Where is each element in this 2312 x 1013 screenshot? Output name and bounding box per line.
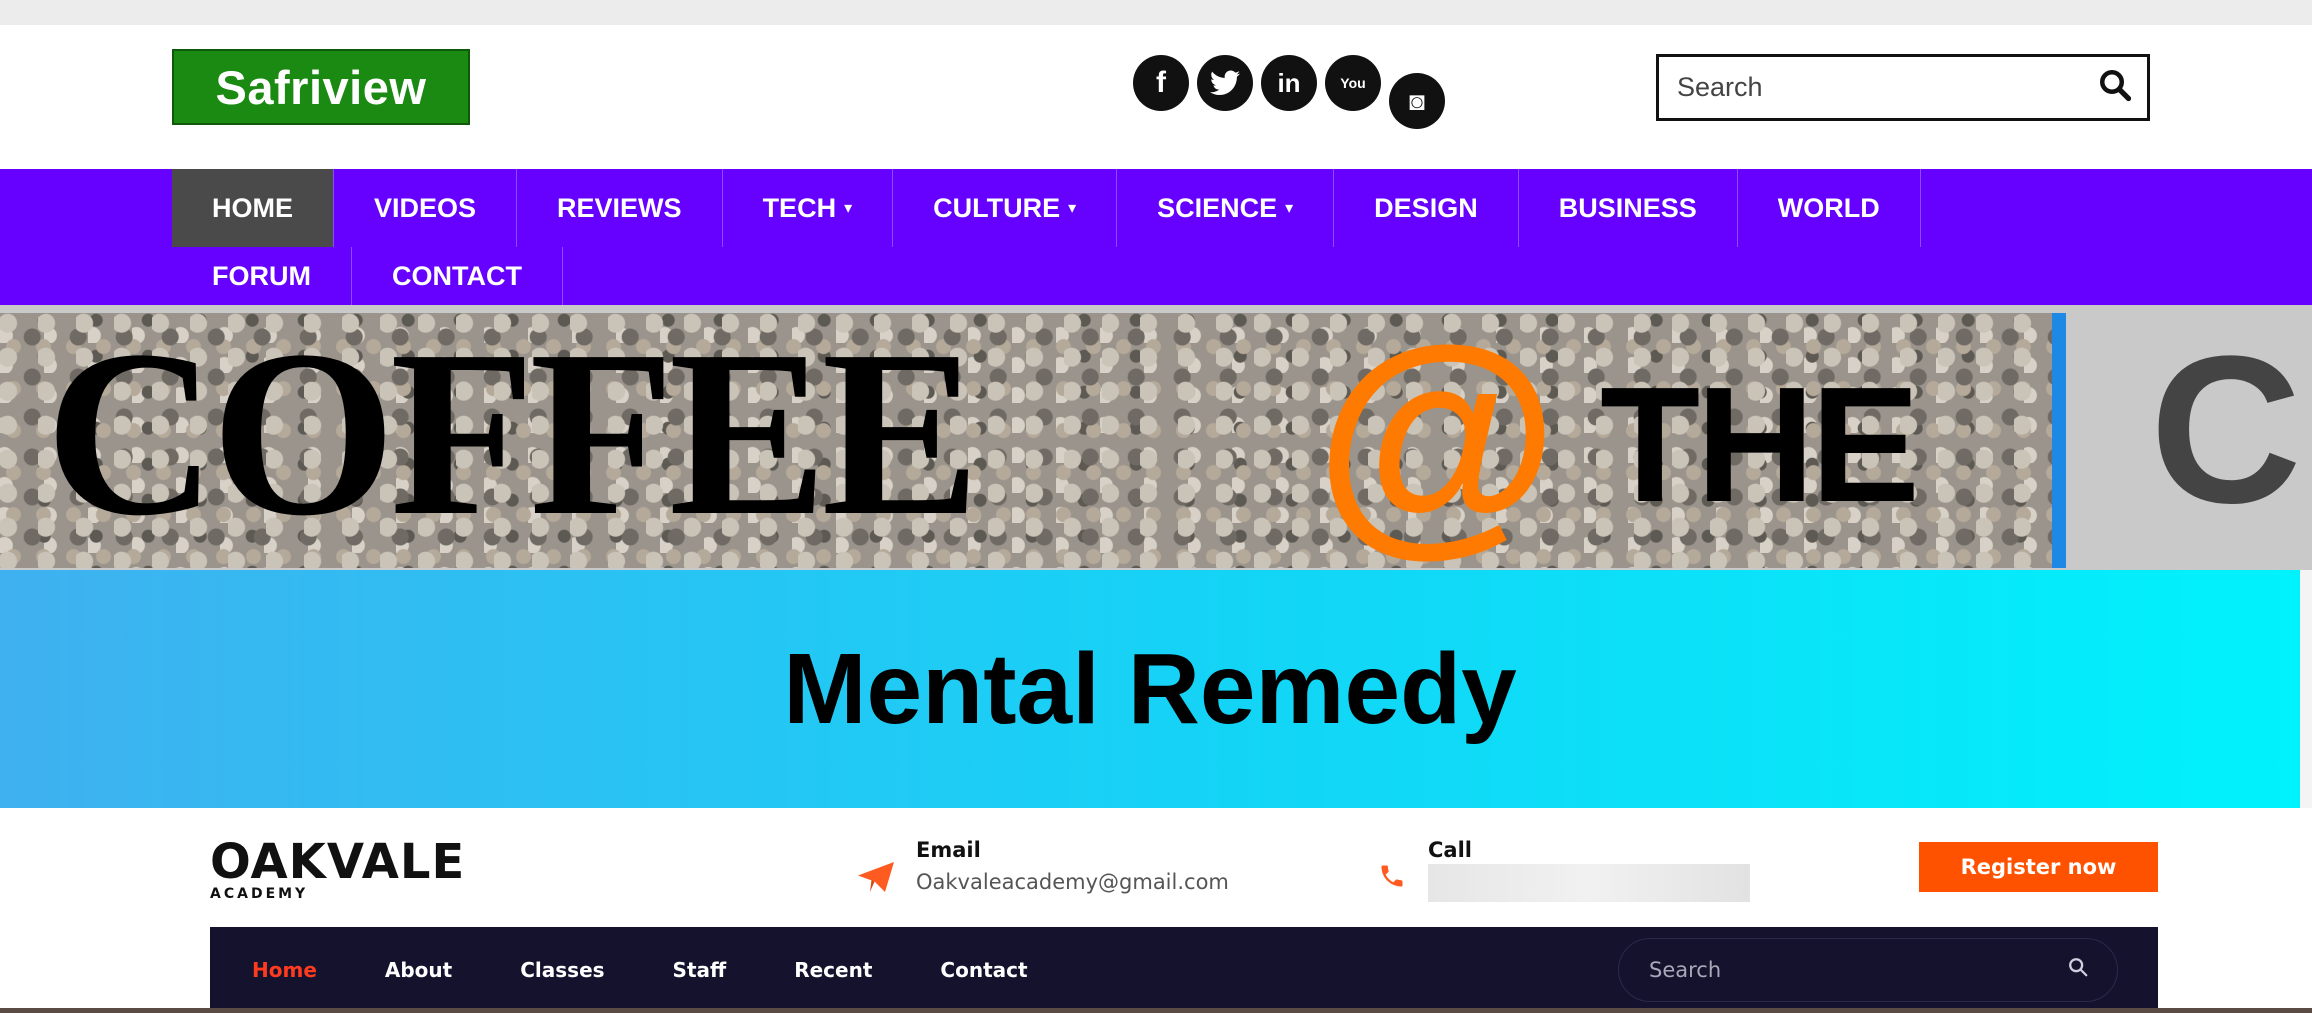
chevron-down-icon: ▾ xyxy=(1285,200,1294,217)
main-navigation: HOME VIDEOS REVIEWS TECH ▾ CULTURE ▾ SCIEN… xyxy=(0,169,2312,305)
chevron-down-icon: ▾ xyxy=(844,200,853,217)
oak-nav-contact[interactable]: Contact xyxy=(940,958,1027,982)
linkedin-icon[interactable]: in xyxy=(1261,55,1317,111)
nav-culture[interactable]: CULTURE ▾ xyxy=(893,169,1118,247)
nav-business[interactable]: BUSINESS xyxy=(1519,169,1738,247)
page-bottom-bar xyxy=(0,1008,2312,1013)
oak-nav-classes[interactable]: Classes xyxy=(520,958,604,982)
nav-home[interactable]: HOME xyxy=(172,169,334,247)
nav-tech[interactable]: TECH ▾ xyxy=(723,169,894,247)
mental-banner-edge xyxy=(2300,570,2312,808)
oakvale-navigation: Home About Classes Staff Recent Contact xyxy=(210,927,2158,1013)
nav-world[interactable]: WORLD xyxy=(1738,169,1921,247)
email-value[interactable]: Oakvaleacademy@gmail.com xyxy=(916,870,1229,894)
social-icons: f in You ◙ xyxy=(1133,55,1445,129)
nav-forum[interactable]: FORUM xyxy=(172,247,352,305)
mental-remedy-banner[interactable]: Mental Remedy xyxy=(0,570,2300,808)
search-icon[interactable] xyxy=(2097,67,2133,108)
register-now-button[interactable]: Register now xyxy=(1919,842,2158,892)
facebook-icon[interactable]: f xyxy=(1133,55,1189,111)
twitter-icon[interactable] xyxy=(1197,55,1253,111)
oakvale-logo[interactable]: OAKVALE ACADEMY xyxy=(210,838,465,902)
search-input[interactable] xyxy=(1675,71,2097,104)
blurred-phone-number xyxy=(1428,864,1750,902)
coffee-banner[interactable]: COFFEE @ THE C xyxy=(0,305,2312,570)
call-contact: Call xyxy=(1378,838,1750,902)
site-logo[interactable]: Safriview xyxy=(172,49,470,125)
call-label: Call xyxy=(1428,838,1472,862)
nav-reviews[interactable]: REVIEWS xyxy=(517,169,723,247)
browser-top-strip xyxy=(0,0,2312,25)
nav-row-2: FORUM CONTACT xyxy=(172,247,563,305)
oak-nav-home[interactable]: Home xyxy=(252,958,317,982)
nav-contact[interactable]: CONTACT xyxy=(352,247,563,305)
email-contact: Email Oakvaleacademy@gmail.com xyxy=(858,838,1229,900)
youtube-icon[interactable]: You xyxy=(1325,55,1381,111)
chevron-down-icon: ▾ xyxy=(1068,200,1077,217)
site-search-box[interactable] xyxy=(1656,54,2150,121)
instagram-icon[interactable]: ◙ xyxy=(1389,73,1445,129)
nav-design[interactable]: DESIGN xyxy=(1334,169,1519,247)
banner-edge xyxy=(2052,313,2066,568)
oak-nav-about[interactable]: About xyxy=(385,958,452,982)
banner-word-the: THE xyxy=(1600,353,1920,536)
banner-letter-c: C xyxy=(2150,312,2302,547)
oak-nav-staff[interactable]: Staff xyxy=(673,958,727,982)
nav-science[interactable]: SCIENCE ▾ xyxy=(1117,169,1335,247)
email-label: Email xyxy=(916,838,981,862)
search-icon[interactable] xyxy=(2067,956,2089,984)
banner-word-coffee: COFFEE xyxy=(45,305,980,565)
oak-nav-recent[interactable]: Recent xyxy=(794,958,872,982)
oakvale-logo-text: OAKVALE xyxy=(210,834,466,890)
phone-icon xyxy=(1378,862,1406,897)
mental-remedy-title: Mental Remedy xyxy=(783,632,1517,745)
nav-row-1: HOME VIDEOS REVIEWS TECH ▾ CULTURE ▾ SCIEN… xyxy=(172,169,1921,247)
oakvale-search-input[interactable] xyxy=(1647,957,2067,983)
oakvale-search-box[interactable] xyxy=(1618,938,2118,1002)
paper-plane-icon xyxy=(858,862,894,900)
nav-videos[interactable]: VIDEOS xyxy=(334,169,518,247)
banner-at-sign: @ xyxy=(1315,305,1559,570)
